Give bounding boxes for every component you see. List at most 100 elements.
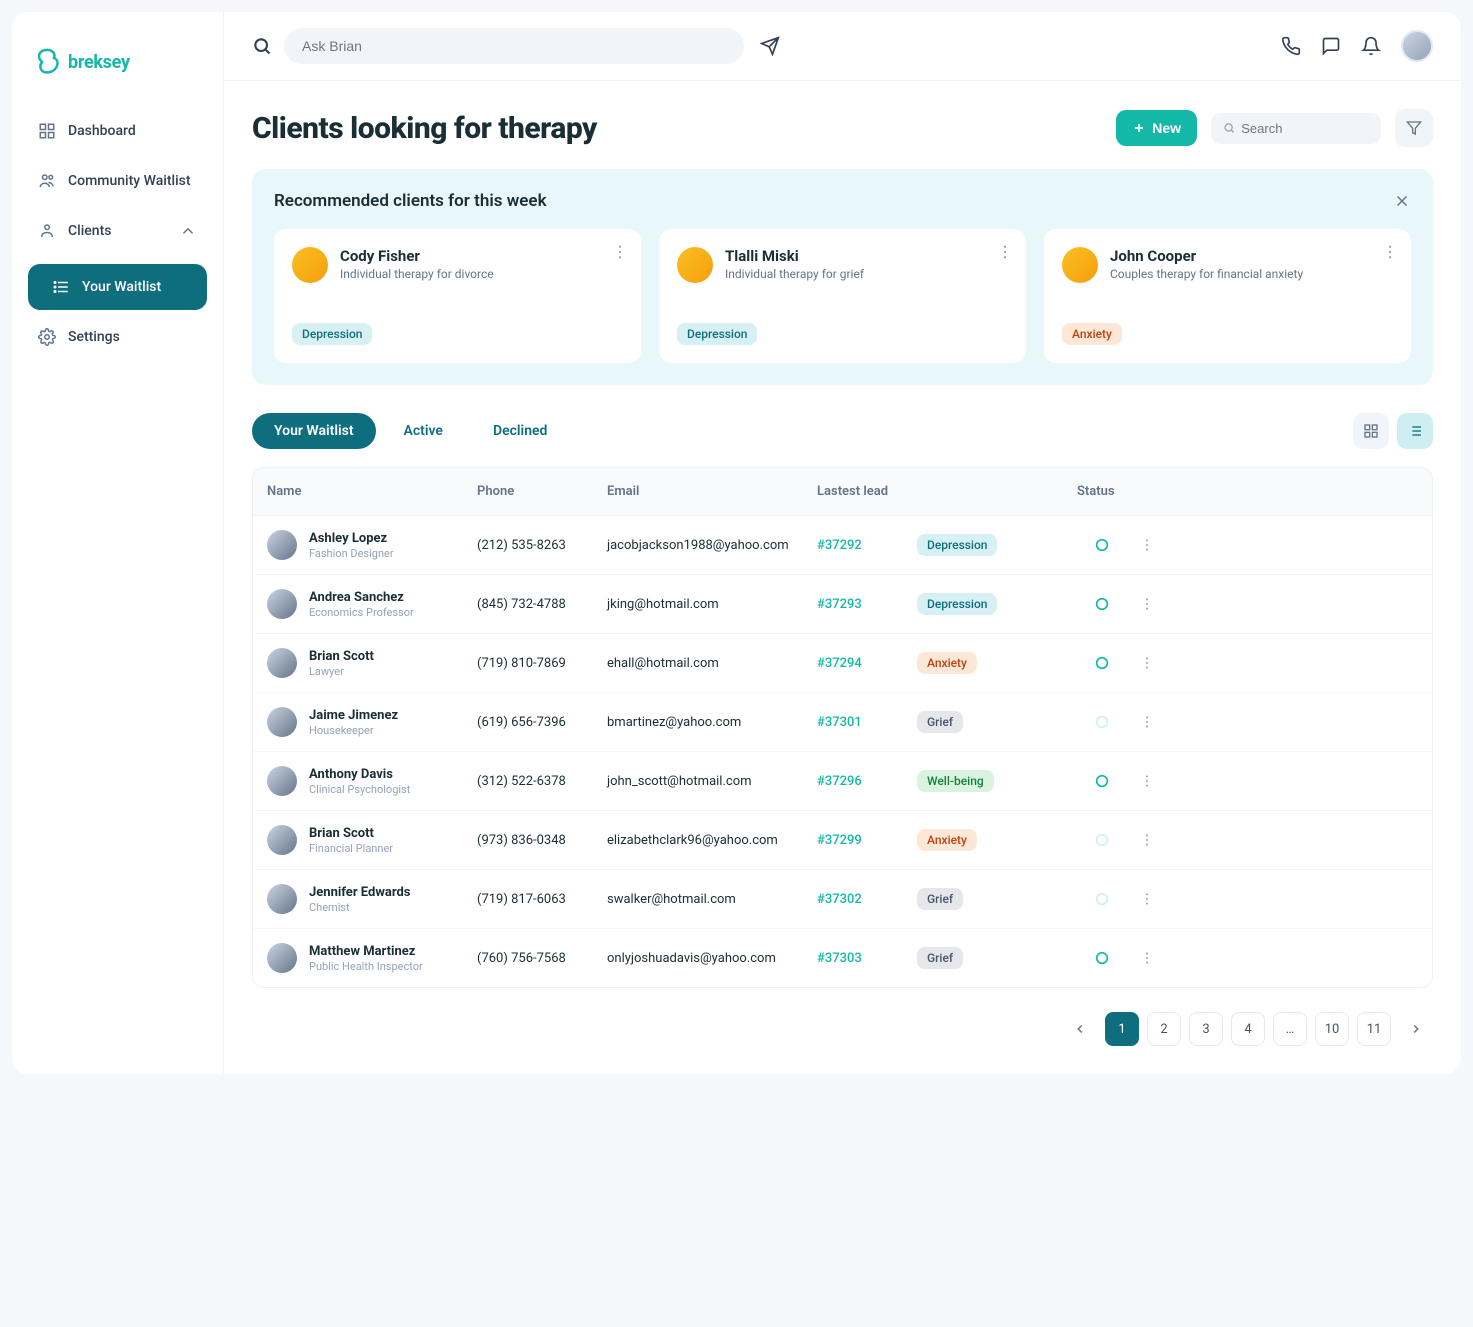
logo-text: breksey [68,52,130,73]
bell-icon[interactable] [1361,36,1381,56]
avatar [1062,247,1098,283]
table-row[interactable]: Ashley Lopez Fashion Designer (212) 535-… [253,516,1432,575]
sidebar: breksey Dashboard Community Waitlist Cli… [12,12,224,1074]
new-button-label: New [1152,120,1181,136]
recommended-card[interactable]: John Cooper Couples therapy for financia… [1044,229,1411,363]
ask-input[interactable] [284,28,744,64]
card-name: Cody Fisher [340,247,494,265]
chevron-left-icon [1073,1022,1087,1036]
card-subtitle: Individual therapy for divorce [340,267,494,281]
row-email: jking@hotmail.com [607,597,817,612]
row-lead-link[interactable]: #37292 [817,538,917,553]
row-phone: (719) 817-6063 [477,892,607,907]
row-more-button[interactable] [1127,714,1167,730]
search-icon[interactable] [252,36,272,56]
row-lead-link[interactable]: #37294 [817,656,917,671]
more-icon[interactable] [1381,243,1399,261]
tab-your-waitlist[interactable]: Your Waitlist [252,413,376,449]
row-lead-link[interactable]: #37296 [817,774,917,789]
close-icon[interactable] [1393,192,1411,210]
tag: Anxiety [917,829,977,851]
card-subtitle: Individual therapy for grief [725,267,864,281]
search-input[interactable] [1241,121,1369,136]
pagination-page[interactable]: 1 [1105,1012,1139,1046]
row-phone: (212) 535-8263 [477,538,607,553]
row-email: swalker@hotmail.com [607,892,817,907]
row-phone: (760) 756-7568 [477,951,607,966]
pagination-page[interactable]: 2 [1147,1012,1181,1046]
row-name: Brian Scott [309,649,374,664]
row-job: Economics Professor [309,606,414,619]
avatar [267,884,297,914]
pagination-page[interactable]: 3 [1189,1012,1223,1046]
row-more-button[interactable] [1127,773,1167,789]
user-icon [38,222,56,240]
row-name: Jaime Jimenez [309,708,398,723]
tag: Anxiety [917,652,977,674]
clients-table: Name Phone Email Lastest lead Status Ash… [252,467,1433,988]
row-more-button[interactable] [1127,950,1167,966]
pagination-prev[interactable] [1063,1012,1097,1046]
row-lead-link[interactable]: #37301 [817,715,917,730]
row-more-button[interactable] [1127,891,1167,907]
chat-icon[interactable] [1321,36,1341,56]
search-box[interactable] [1211,113,1381,144]
table-row[interactable]: Matthew Martinez Public Health Inspector… [253,929,1432,987]
sidebar-item-label: Dashboard [68,123,136,139]
tab-declined[interactable]: Declined [471,413,569,449]
row-lead-link[interactable]: #37302 [817,892,917,907]
tag: Well-being [917,770,994,792]
row-email: onlyjoshuadavis@yahoo.com [607,951,817,966]
recommended-panel: Recommended clients for this week Cody F… [252,169,1433,385]
row-lead-link[interactable]: #37303 [817,951,917,966]
th-lead: Lastest lead [817,484,917,499]
row-lead-link[interactable]: #37299 [817,833,917,848]
sidebar-item-settings[interactable]: Settings [28,314,207,360]
row-phone: (312) 522-6378 [477,774,607,789]
avatar [292,247,328,283]
phone-icon[interactable] [1281,36,1301,56]
more-icon[interactable] [996,243,1014,261]
row-more-button[interactable] [1127,596,1167,612]
pagination-page[interactable]: 4 [1231,1012,1265,1046]
tag: Grief [917,711,963,733]
sidebar-item-your-waitlist[interactable]: Your Waitlist [28,264,207,310]
table-row[interactable]: Andrea Sanchez Economics Professor (845)… [253,575,1432,634]
table-row[interactable]: Anthony Davis Clinical Psychologist (312… [253,752,1432,811]
row-more-button[interactable] [1127,655,1167,671]
recommended-card[interactable]: Cody Fisher Individual therapy for divor… [274,229,641,363]
avatar [677,247,713,283]
sidebar-item-dashboard[interactable]: Dashboard [28,108,207,154]
row-name: Anthony Davis [309,767,410,782]
list-view-button[interactable] [1397,413,1433,449]
pagination-page[interactable]: 10 [1315,1012,1349,1046]
avatar [267,825,297,855]
row-more-button[interactable] [1127,537,1167,553]
pagination-page[interactable]: 11 [1357,1012,1391,1046]
tab-active[interactable]: Active [382,413,465,449]
logo[interactable]: breksey [28,32,207,108]
table-row[interactable]: Jaime Jimenez Housekeeper (619) 656-7396… [253,693,1432,752]
chevron-up-icon [179,222,197,240]
sidebar-item-clients[interactable]: Clients [28,208,207,254]
more-icon[interactable] [611,243,629,261]
row-lead-link[interactable]: #37293 [817,597,917,612]
filter-button[interactable] [1395,109,1433,147]
row-more-button[interactable] [1127,832,1167,848]
list-icon [1407,423,1423,439]
sidebar-item-community-waitlist[interactable]: Community Waitlist [28,158,207,204]
tabs: Your WaitlistActiveDeclined [252,413,569,449]
table-row[interactable]: Brian Scott Financial Planner (973) 836-… [253,811,1432,870]
row-phone: (845) 732-4788 [477,597,607,612]
table-row[interactable]: Brian Scott Lawyer (719) 810-7869 ehall@… [253,634,1432,693]
sidebar-item-label: Settings [68,329,120,345]
grid-view-button[interactable] [1353,413,1389,449]
send-icon[interactable] [760,36,780,56]
avatar [267,943,297,973]
recommended-card[interactable]: Tlalli Miski Individual therapy for grie… [659,229,1026,363]
pagination-next[interactable] [1399,1012,1433,1046]
new-button[interactable]: New [1116,110,1197,146]
status-icon [1094,832,1110,848]
user-avatar[interactable] [1401,30,1433,62]
table-row[interactable]: Jennifer Edwards Chemist (719) 817-6063 … [253,870,1432,929]
